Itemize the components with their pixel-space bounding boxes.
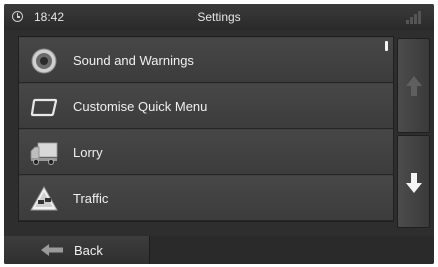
signal-strength-icon (406, 10, 426, 24)
settings-list: Sound and Warnings Customise Quick Menu … (18, 36, 394, 222)
lorry-icon (30, 142, 58, 165)
menu-item-label: Sound and Warnings (73, 53, 194, 68)
device-screen: 18:42 Settings Sound and Warnings Custom… (4, 4, 434, 264)
back-arrow-icon (41, 244, 63, 256)
menu-item-label: Lorry (73, 145, 103, 160)
bottom-bar: Back (4, 236, 434, 264)
traffic-warning-icon (30, 185, 58, 211)
page-title: Settings (197, 10, 241, 24)
quick-menu-icon (30, 98, 58, 117)
arrow-down-icon (406, 173, 422, 193)
speaker-icon (31, 48, 57, 74)
scroll-down-button[interactable] (397, 135, 430, 228)
menu-item-lorry[interactable]: Lorry (19, 130, 393, 175)
menu-item-label: Customise Quick Menu (73, 99, 208, 114)
back-label: Back (74, 243, 103, 258)
menu-item-traffic[interactable]: Traffic (19, 176, 393, 221)
menu-item-customise-quick-menu[interactable]: Customise Quick Menu (19, 84, 393, 129)
status-bar: 18:42 Settings (4, 4, 434, 30)
menu-item-label: Traffic (73, 191, 109, 206)
scroll-position-indicator (385, 41, 388, 51)
menu-item-sound-and-warnings[interactable]: Sound and Warnings (19, 38, 393, 83)
back-button[interactable]: Back (4, 236, 150, 264)
arrow-up-icon (406, 76, 422, 96)
scroll-up-button[interactable] (397, 38, 430, 133)
